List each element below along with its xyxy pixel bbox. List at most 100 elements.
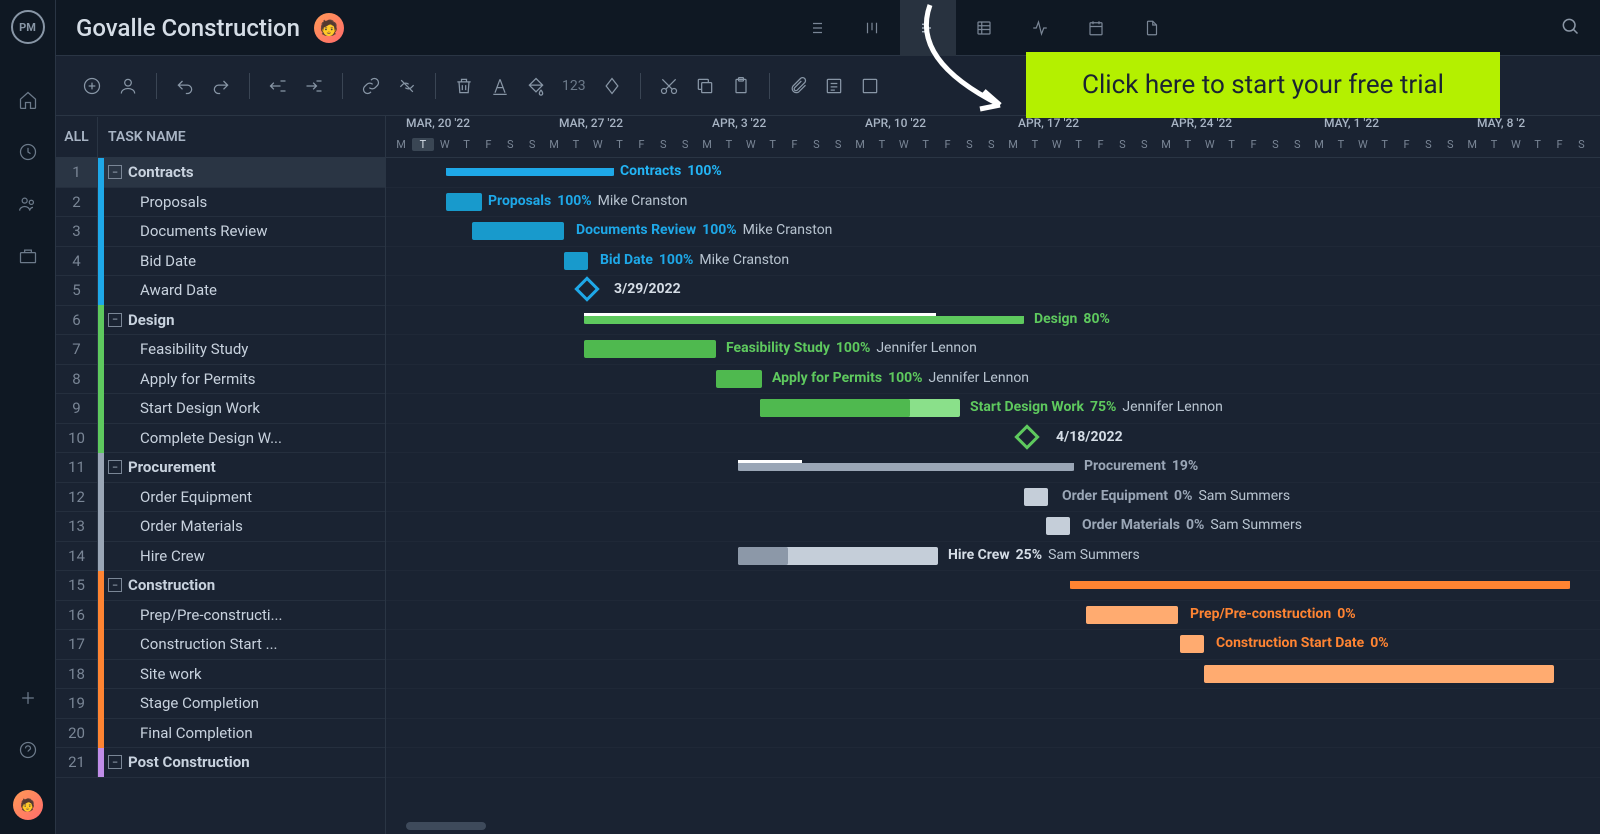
- add-task-button[interactable]: [74, 68, 110, 104]
- task-row[interactable]: 11−Procurement: [56, 453, 385, 483]
- briefcase-icon[interactable]: [14, 242, 42, 270]
- col-all-header[interactable]: ALL: [56, 117, 98, 157]
- gantt-bar[interactable]: [1024, 488, 1048, 506]
- gantt-row[interactable]: Hire Crew25%Sam Summers: [386, 542, 1600, 572]
- milestone-button[interactable]: [594, 68, 630, 104]
- fill-button[interactable]: [518, 68, 554, 104]
- gantt-row[interactable]: [386, 571, 1600, 601]
- task-row[interactable]: 8Apply for Permits: [56, 365, 385, 395]
- user-avatar[interactable]: 🧑: [13, 790, 43, 820]
- delete-button[interactable]: [446, 68, 482, 104]
- task-row[interactable]: 7Feasibility Study: [56, 335, 385, 365]
- cta-button[interactable]: Click here to start your free trial: [1026, 52, 1500, 118]
- task-row[interactable]: 10Complete Design W...: [56, 424, 385, 454]
- task-row[interactable]: 5Award Date: [56, 276, 385, 306]
- text-format-button[interactable]: [482, 68, 518, 104]
- gantt-row[interactable]: 3/29/2022: [386, 276, 1600, 306]
- view-list-icon[interactable]: [788, 0, 844, 56]
- task-row[interactable]: 1−Contracts: [56, 158, 385, 188]
- redo-button[interactable]: [203, 68, 239, 104]
- app-logo[interactable]: PM: [11, 10, 45, 44]
- expand-toggle[interactable]: −: [108, 460, 122, 474]
- indent-button[interactable]: [296, 68, 332, 104]
- col-taskname-header[interactable]: TASK NAME: [98, 129, 186, 145]
- note-button[interactable]: [816, 68, 852, 104]
- gantt-row[interactable]: Start Design Work75%Jennifer Lennon: [386, 394, 1600, 424]
- attach-button[interactable]: [780, 68, 816, 104]
- gantt-bar[interactable]: [446, 193, 482, 211]
- gantt-bar[interactable]: [472, 222, 564, 240]
- gantt-bar[interactable]: [738, 463, 1074, 471]
- gantt-bar[interactable]: [1070, 581, 1570, 589]
- task-row[interactable]: 9Start Design Work: [56, 394, 385, 424]
- view-sheet-icon[interactable]: [956, 0, 1012, 56]
- link-button[interactable]: [353, 68, 389, 104]
- gantt-row[interactable]: Order Materials0%Sam Summers: [386, 512, 1600, 542]
- gantt-bar[interactable]: [446, 168, 614, 176]
- undo-button[interactable]: [167, 68, 203, 104]
- gantt-row[interactable]: Documents Review100%Mike Cranston: [386, 217, 1600, 247]
- clock-icon[interactable]: [14, 138, 42, 166]
- gantt-row[interactable]: Bid Date100%Mike Cranston: [386, 247, 1600, 277]
- task-row[interactable]: 15−Construction: [56, 571, 385, 601]
- gantt-bar[interactable]: [716, 370, 762, 388]
- gantt-row[interactable]: Procurement19%: [386, 453, 1600, 483]
- task-row[interactable]: 14Hire Crew: [56, 542, 385, 572]
- gantt-panel[interactable]: MAR, 20 '22MAR, 27 '22APR, 3 '22APR, 10 …: [386, 116, 1600, 834]
- team-icon[interactable]: [14, 190, 42, 218]
- task-row[interactable]: 3Documents Review: [56, 217, 385, 247]
- task-row[interactable]: 13Order Materials: [56, 512, 385, 542]
- assign-button[interactable]: [110, 68, 146, 104]
- outdent-button[interactable]: [260, 68, 296, 104]
- gantt-row[interactable]: Contracts100%: [386, 158, 1600, 188]
- gantt-row[interactable]: Feasibility Study100%Jennifer Lennon: [386, 335, 1600, 365]
- expand-toggle[interactable]: −: [108, 165, 122, 179]
- copy-button[interactable]: [687, 68, 723, 104]
- gantt-bar[interactable]: [584, 316, 1024, 324]
- gantt-bar[interactable]: [738, 547, 938, 565]
- task-row[interactable]: 20Final Completion: [56, 719, 385, 749]
- unlink-button[interactable]: [389, 68, 425, 104]
- expand-toggle[interactable]: −: [108, 755, 122, 769]
- gantt-row[interactable]: 4/18/2022: [386, 424, 1600, 454]
- task-row[interactable]: 17Construction Start ...: [56, 630, 385, 660]
- task-row[interactable]: 6−Design: [56, 306, 385, 336]
- gantt-row[interactable]: Design80%: [386, 306, 1600, 336]
- view-board-icon[interactable]: [844, 0, 900, 56]
- gantt-bar[interactable]: [1204, 665, 1554, 683]
- cut-button[interactable]: [651, 68, 687, 104]
- gantt-bar[interactable]: [584, 340, 716, 358]
- milestone-icon[interactable]: [574, 276, 599, 301]
- project-avatar[interactable]: 🧑: [314, 13, 344, 43]
- view-activity-icon[interactable]: [1012, 0, 1068, 56]
- gantt-bar[interactable]: [1086, 606, 1178, 624]
- gantt-row[interactable]: Construction Start Date0%: [386, 630, 1600, 660]
- task-row[interactable]: 18Site work: [56, 660, 385, 690]
- task-row[interactable]: 21−Post Construction: [56, 748, 385, 778]
- help-icon[interactable]: [14, 736, 42, 764]
- view-file-icon[interactable]: [1124, 0, 1180, 56]
- gantt-bar[interactable]: [1046, 517, 1070, 535]
- gantt-bar[interactable]: [1180, 635, 1204, 653]
- expand-toggle[interactable]: −: [108, 578, 122, 592]
- search-icon[interactable]: [1560, 16, 1580, 40]
- gantt-row[interactable]: [386, 719, 1600, 749]
- home-icon[interactable]: [14, 86, 42, 114]
- add-icon[interactable]: [14, 684, 42, 712]
- gantt-bar[interactable]: [564, 252, 588, 270]
- gantt-row[interactable]: Apply for Permits100%Jennifer Lennon: [386, 365, 1600, 395]
- gantt-bar[interactable]: [760, 399, 960, 417]
- task-row[interactable]: 19Stage Completion: [56, 689, 385, 719]
- task-row[interactable]: 2Proposals: [56, 188, 385, 218]
- gantt-row[interactable]: [386, 689, 1600, 719]
- gantt-row[interactable]: Proposals100%Mike Cranston: [386, 188, 1600, 218]
- more-button[interactable]: [852, 68, 888, 104]
- gantt-row[interactable]: [386, 660, 1600, 690]
- expand-toggle[interactable]: −: [108, 313, 122, 327]
- paste-button[interactable]: [723, 68, 759, 104]
- milestone-icon[interactable]: [1014, 424, 1039, 449]
- view-gantt-icon[interactable]: [900, 0, 956, 56]
- gantt-scrollbar[interactable]: [406, 822, 486, 830]
- gantt-row[interactable]: Order Equipment0%Sam Summers: [386, 483, 1600, 513]
- task-row[interactable]: 12Order Equipment: [56, 483, 385, 513]
